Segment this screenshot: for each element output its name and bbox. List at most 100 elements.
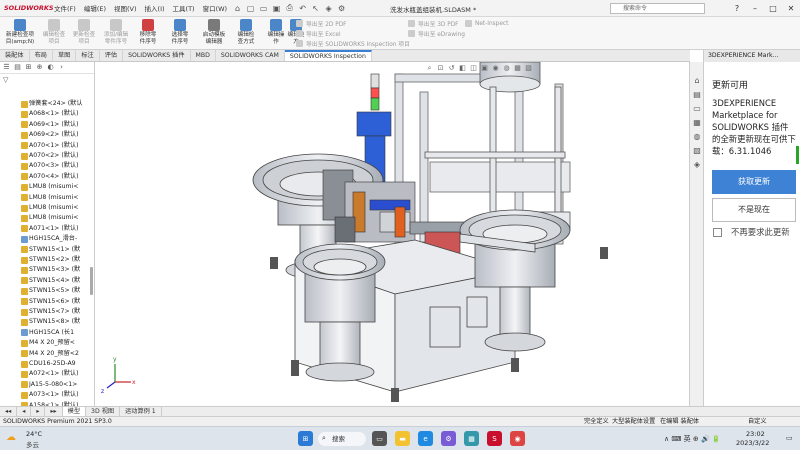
ribbon-button-0[interactable]: 新建检查项 目(amp;N) <box>2 19 38 49</box>
command-tab-4[interactable]: 评估 <box>100 50 124 61</box>
tab-3d-views[interactable]: 3D 视图 <box>86 406 121 417</box>
print-icon[interactable]: ⎙ <box>284 3 295 14</box>
menu-item-1[interactable]: 编辑(E) <box>80 3 110 13</box>
tree-item[interactable]: A068<1> (默认) <box>29 109 89 119</box>
dimxpert-icon[interactable]: ⊕ <box>35 63 44 72</box>
tree-item[interactable]: STWN15<5> (默 <box>29 286 89 296</box>
tab-model[interactable]: 模型 <box>62 406 87 417</box>
menu-item-2[interactable]: 视图(V) <box>110 3 141 13</box>
tree-item[interactable]: CDU16-25D-A9 <box>29 359 89 369</box>
settings-app-icon[interactable]: ⚙ <box>441 431 456 446</box>
tree-item[interactable]: STWN15<7> (默 <box>29 307 89 317</box>
system-tray[interactable]: ∧ ⌨ 英 ⊕ 🔊 🔋 <box>664 434 721 444</box>
menu-item-5[interactable]: 窗口(W) <box>199 3 232 13</box>
nav-prev-icon[interactable]: ◂ <box>17 406 32 417</box>
tree-item[interactable]: A071<1> (默认) <box>29 224 89 234</box>
clock-date[interactable]: 2023/3/22 <box>736 439 769 447</box>
graphics-viewport[interactable]: ⌕ ⊡ ↺ ◧ ◫ ▣ ◉ ◍ ▦ ▧ y x z <box>95 62 689 406</box>
windows-start-icon[interactable]: ⊞ <box>298 431 313 446</box>
command-tab-8[interactable]: SOLIDWORKS Inspection <box>284 50 372 61</box>
view-settings-icon[interactable]: ▧ <box>524 64 533 73</box>
appearance-icon[interactable]: ◍ <box>502 64 511 73</box>
resources-icon[interactable]: ⌂ <box>692 76 702 86</box>
tree-item[interactable]: A073<1> (默认) <box>29 390 89 400</box>
nav-first-icon[interactable]: ◂◂ <box>0 406 18 417</box>
get-update-button[interactable]: 获取更新 <box>712 170 796 194</box>
previous-view-icon[interactable]: ↺ <box>447 64 456 73</box>
file-explorer-taskbar-icon[interactable]: ▬ <box>395 431 410 446</box>
file-explorer-icon[interactable]: ▭ <box>692 104 702 114</box>
tree-item[interactable]: A070<1> (默认) <box>29 141 89 151</box>
help-button[interactable]: ? <box>728 0 746 17</box>
tree-item[interactable]: JA15-5-080<1> <box>29 380 89 390</box>
tree-item[interactable]: LMU8 (misumi< <box>29 193 89 203</box>
close-button[interactable]: ✕ <box>782 0 800 17</box>
command-tab-2[interactable]: 草图 <box>53 50 77 61</box>
ribbon-button-6[interactable]: 启动模板 编辑器 <box>196 19 232 49</box>
tree-item[interactable]: A070<4> (默认) <box>29 172 89 182</box>
menu-item-4[interactable]: 工具(T) <box>169 3 199 13</box>
never-remind-checkbox[interactable] <box>713 228 722 237</box>
select-icon[interactable]: ↖ <box>310 3 321 14</box>
menu-item-3[interactable]: 插入(I) <box>141 3 169 13</box>
design-library-icon[interactable]: ▤ <box>692 90 702 100</box>
options-gear-icon[interactable]: ⚙ <box>336 3 347 14</box>
tree-item[interactable]: LMU8 (misumi< <box>29 203 89 213</box>
section-view-icon[interactable]: ◧ <box>458 64 467 73</box>
menu-item-0[interactable]: 文件(F) <box>50 3 80 13</box>
minimize-button[interactable]: – <box>746 0 764 17</box>
command-tab-3[interactable]: 标注 <box>76 50 100 61</box>
tree-item[interactable]: A069<1> (默认) <box>29 120 89 130</box>
tree-item[interactable]: STWN15<2> (默 <box>29 255 89 265</box>
property-icon[interactable]: ▤ <box>13 63 22 72</box>
zoom-area-icon[interactable]: ⊡ <box>436 64 445 73</box>
ribbon-button-4[interactable]: 移除零 件序号 <box>130 19 166 49</box>
edge-browser-icon[interactable]: e <box>418 431 433 446</box>
tree-item[interactable]: STWN15<1> (默 <box>29 245 89 255</box>
undo-icon[interactable]: ↶ <box>297 3 308 14</box>
task-pane-scrollbar[interactable] <box>796 146 799 164</box>
not-now-button[interactable]: 不是现在 <box>712 198 796 222</box>
tree-item[interactable]: A069<2> (默认) <box>29 130 89 140</box>
new-file-icon[interactable]: ▢ <box>245 3 256 14</box>
open-folder-icon[interactable]: ▭ <box>258 3 269 14</box>
weather-cloud-icon[interactable]: ☁ <box>6 432 20 444</box>
ribbon-button-5[interactable]: 选择零 件序号 <box>162 19 198 49</box>
hide-show-icon[interactable]: ◉ <box>491 64 500 73</box>
zoom-fit-icon[interactable]: ⌕ <box>425 64 434 73</box>
assembly-model-render[interactable]: y x z <box>95 62 689 406</box>
tree-item[interactable]: HGH15CA_滑台- <box>29 234 89 244</box>
tree-item[interactable]: STWN15<4> (默 <box>29 276 89 286</box>
config-icon[interactable]: ⊞ <box>24 63 33 72</box>
scene-icon[interactable]: ▦ <box>513 64 522 73</box>
tree-item[interactable]: HGH15CA (长1 <box>29 328 89 338</box>
command-tab-6[interactable]: MBD <box>191 50 216 61</box>
tree-item[interactable]: LMU8 (misumi< <box>29 213 89 223</box>
home-icon[interactable]: ⌂ <box>232 3 243 14</box>
ribbon-button-2[interactable]: 更新检查 项目 <box>66 19 102 49</box>
tree-item[interactable]: STWN15<3> (默 <box>29 265 89 275</box>
command-tab-1[interactable]: 布局 <box>30 50 53 61</box>
appearances-icon[interactable]: ◍ <box>692 132 702 142</box>
nav-last-icon[interactable]: ▸▸ <box>45 406 63 417</box>
marketplace-icon[interactable]: ◈ <box>692 160 702 170</box>
search-commands-input[interactable]: 搜索命令 <box>610 3 705 14</box>
solidworks-taskbar-icon[interactable]: S <box>487 431 502 446</box>
solidworks-logo[interactable]: SOLIDWORKS <box>0 0 54 17</box>
command-tab-5[interactable]: SOLIDWORKS 插件 <box>123 50 191 61</box>
command-tab-0[interactable]: 装配体 <box>0 50 30 61</box>
maximize-button[interactable]: □ <box>764 0 782 17</box>
nav-next-icon[interactable]: ▸ <box>31 406 46 417</box>
tree-item[interactable]: STWN15<6> (默 <box>29 297 89 307</box>
clock-time[interactable]: 23:02 <box>746 430 765 438</box>
ribbon-button-3[interactable]: 添加/编辑 零件序号 <box>98 19 134 49</box>
feature-tree-icon[interactable]: ☰ <box>2 63 11 72</box>
filter-icon[interactable]: ▽ <box>3 76 8 84</box>
tree-item[interactable]: A070<2> (默认) <box>29 151 89 161</box>
tree-item[interactable]: 弹簧套<24> (默认 <box>29 99 89 109</box>
tree-item[interactable]: M4 X 20_预留<2 <box>29 349 89 359</box>
display-style-icon[interactable]: ▣ <box>480 64 489 73</box>
store-app-icon[interactable]: ▦ <box>464 431 479 446</box>
weather-temp[interactable]: 24°C <box>26 430 42 438</box>
app-taskbar-icon[interactable]: ◉ <box>510 431 525 446</box>
